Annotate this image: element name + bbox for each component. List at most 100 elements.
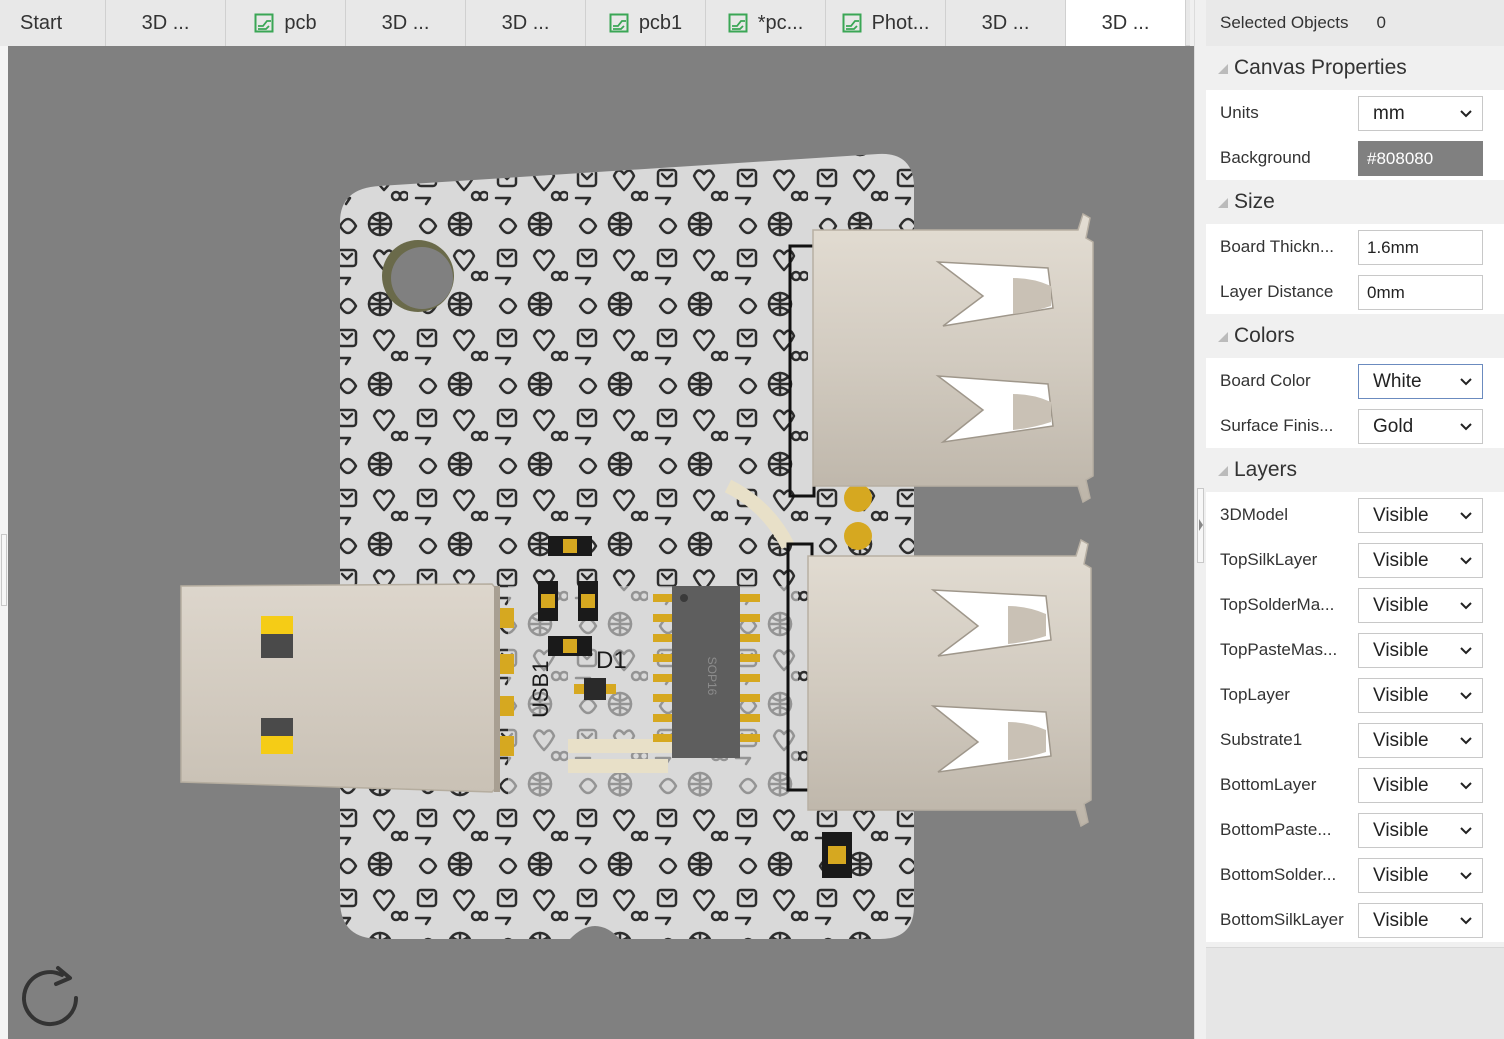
layer-row-1: TopSilkLayer Visible <box>1206 537 1504 582</box>
layer-label: BottomSolder... <box>1220 864 1337 884</box>
prop-layer-distance: Layer Distance 0mm <box>1206 269 1504 314</box>
input-value: 1.6mm <box>1367 237 1419 257</box>
layer-visibility-select[interactable]: Visible <box>1358 498 1483 533</box>
document-tab-bar: Start 3D ... pcb 3D ... 3D ... pcb1 *pc... Phot… <box>0 0 1190 46</box>
tab-3[interactable]: 3D ... <box>346 0 466 46</box>
prop-board-color: Board Color White <box>1206 358 1504 403</box>
tab-9[interactable]: 3D ... <box>1066 0 1186 46</box>
layer-row-7: BottomPaste... Visible <box>1206 807 1504 852</box>
tab-1[interactable]: 3D ... <box>106 0 226 46</box>
section-colors[interactable]: Colors <box>1206 314 1504 358</box>
pcb-3d-render: SOP16 D1 USB1 <box>180 153 1094 939</box>
chevron-down-icon <box>1460 423 1472 431</box>
designator-usb1: USB1 <box>528 661 553 718</box>
layer-label: Substrate1 <box>1220 729 1303 749</box>
section-size[interactable]: Size <box>1206 180 1504 224</box>
layer-visibility-select[interactable]: Visible <box>1358 588 1483 623</box>
pcb-document-icon <box>842 13 862 33</box>
layer-visibility-select[interactable]: Visible <box>1358 723 1483 758</box>
collapse-triangle-icon <box>1218 198 1228 208</box>
prop-board-thickness: Board Thickn... 1.6mm <box>1206 224 1504 269</box>
tab-label: 3D ... <box>501 11 550 34</box>
tab-4[interactable]: 3D ... <box>466 0 586 46</box>
select-value: Visible <box>1373 639 1429 661</box>
select-value: mm <box>1373 102 1405 124</box>
layer-visibility-select[interactable]: Visible <box>1358 543 1483 578</box>
chevron-down-icon <box>1460 110 1472 118</box>
section-title: Size <box>1234 190 1275 213</box>
3d-viewport-canvas[interactable]: SOP16 D1 USB1 <box>8 46 1194 1039</box>
layer-visibility-select[interactable]: Visible <box>1358 633 1483 668</box>
usb-male-plug <box>180 583 514 793</box>
chevron-down-icon <box>1460 782 1472 790</box>
prop-label: Layer Distance <box>1220 281 1334 301</box>
tab-label: Phot... <box>871 11 930 34</box>
collapse-triangle-icon <box>1218 466 1228 476</box>
chevron-down-icon <box>1460 692 1472 700</box>
tab-5[interactable]: pcb1 <box>586 0 706 46</box>
tab-label: 3D ... <box>1101 11 1150 34</box>
usb-receptacle-lower <box>786 538 1092 828</box>
left-collapse-handle[interactable] <box>1 534 7 606</box>
select-value: Gold <box>1373 415 1414 437</box>
layer-row-5: Substrate1 Visible <box>1206 717 1504 762</box>
select-value: White <box>1373 370 1422 392</box>
pcb-document-icon <box>254 13 274 33</box>
select-value: Visible <box>1373 549 1429 571</box>
select-value: Visible <box>1373 729 1429 751</box>
layer-row-3: TopPasteMas... Visible <box>1206 627 1504 672</box>
tab-6[interactable]: *pc... <box>706 0 826 46</box>
tab-label: pcb <box>284 11 317 34</box>
tab-label: Start <box>20 11 63 34</box>
rotate-view-icon[interactable] <box>18 964 88 1034</box>
tab-7[interactable]: Phot... <box>826 0 946 46</box>
chevron-down-icon <box>1460 602 1472 610</box>
prop-surface-finish: Surface Finis... Gold <box>1206 403 1504 448</box>
layer-label: TopPasteMas... <box>1220 639 1338 659</box>
layer-visibility-select[interactable]: Visible <box>1358 813 1483 848</box>
properties-panel: Selected Objects 0 Canvas Properties Uni… <box>1206 0 1504 1039</box>
designator-d1: D1 <box>596 647 627 674</box>
tab-label: *pc... <box>757 11 804 34</box>
panel-splitter[interactable] <box>1194 0 1206 1039</box>
section-layers[interactable]: Layers <box>1206 448 1504 492</box>
panel-collapse-handle[interactable] <box>1197 488 1204 563</box>
chevron-down-icon <box>1460 872 1472 880</box>
layer-label: TopSilkLayer <box>1220 549 1318 569</box>
input-value: 0mm <box>1367 282 1405 302</box>
left-edge-strip <box>0 46 8 1039</box>
units-select[interactable]: mm <box>1358 96 1483 131</box>
prop-background: Background #808080 <box>1206 135 1504 180</box>
selected-objects-label: Selected Objects <box>1220 13 1349 32</box>
tab-0[interactable]: Start <box>0 0 106 46</box>
chevron-down-icon <box>1460 917 1472 925</box>
tab-label: 3D ... <box>141 11 190 34</box>
layer-label: BottomPaste... <box>1220 819 1332 839</box>
background-color-picker[interactable]: #808080 <box>1358 141 1483 176</box>
layer-row-0: 3DModel Visible <box>1206 492 1504 537</box>
prop-label: Surface Finis... <box>1220 415 1334 435</box>
layer-label: TopLayer <box>1220 684 1290 704</box>
layer-distance-input[interactable]: 0mm <box>1358 275 1483 310</box>
surface-finish-select[interactable]: Gold <box>1358 409 1483 444</box>
section-canvas-properties[interactable]: Canvas Properties <box>1206 46 1504 90</box>
selected-objects-count: 0 <box>1376 13 1386 32</box>
chevron-down-icon <box>1460 378 1472 386</box>
layer-row-4: TopLayer Visible <box>1206 672 1504 717</box>
layer-visibility-select[interactable]: Visible <box>1358 858 1483 893</box>
pcb-document-icon <box>728 13 748 33</box>
layer-visibility-select[interactable]: Visible <box>1358 768 1483 803</box>
tab-8[interactable]: 3D ... <box>946 0 1066 46</box>
select-value: Visible <box>1373 594 1429 616</box>
collapse-triangle-icon <box>1218 64 1228 74</box>
color-value: #808080 <box>1367 148 1434 168</box>
pcb-document-icon <box>609 13 629 33</box>
layer-visibility-select[interactable]: Visible <box>1358 903 1483 938</box>
board-thickness-input[interactable]: 1.6mm <box>1358 230 1483 265</box>
layer-row-6: BottomLayer Visible <box>1206 762 1504 807</box>
tab-2[interactable]: pcb <box>226 0 346 46</box>
board-color-select[interactable]: White <box>1358 364 1483 399</box>
layer-visibility-select[interactable]: Visible <box>1358 678 1483 713</box>
prop-label: Board Thickn... <box>1220 236 1335 256</box>
select-value: Visible <box>1373 684 1429 706</box>
